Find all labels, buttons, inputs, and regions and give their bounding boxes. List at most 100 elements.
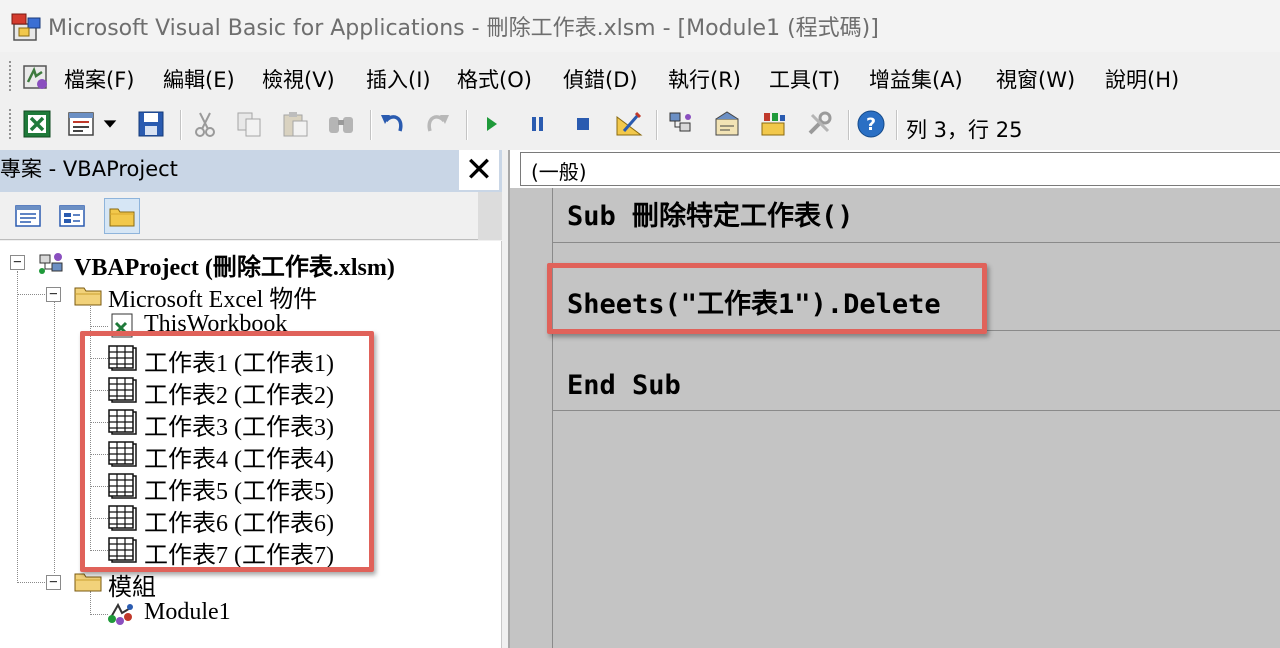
toolbar-separator — [370, 110, 372, 140]
toolbar-separator — [896, 110, 898, 140]
reset-button[interactable] — [566, 107, 600, 141]
toolbar-separator — [848, 110, 850, 140]
object-browser-icon — [761, 113, 785, 136]
cursor-position-status: 列 3，行 25 — [906, 118, 1023, 142]
properties-window-button[interactable] — [710, 107, 744, 141]
module-icon — [108, 602, 133, 625]
tree-folder-modules[interactable]: 模組 — [108, 567, 156, 602]
break-icon — [532, 117, 543, 131]
insert-userform-icon — [68, 112, 94, 136]
toolbox-icon — [808, 111, 832, 135]
toolbar-separator — [656, 110, 658, 140]
menu-window[interactable]: 視窗(W) — [996, 64, 1075, 94]
menu-debug[interactable]: 偵錯(D) — [563, 64, 638, 94]
redo-icon — [427, 115, 449, 132]
tree-folder-excel-objects[interactable]: Microsoft Excel 物件 — [108, 279, 317, 314]
tree-connector — [17, 294, 45, 295]
object-selector[interactable]: (一般) — [520, 152, 1280, 186]
paste-icon — [283, 112, 308, 137]
project-explorer-toolbar — [0, 192, 502, 240]
tree-connector — [17, 582, 45, 583]
view-object-icon — [59, 205, 85, 227]
insert-dropdown-button[interactable] — [100, 107, 120, 141]
menu-addins[interactable]: 增益集(A) — [869, 64, 963, 94]
toolbar-separator — [466, 110, 468, 140]
toolbox-button[interactable] — [802, 107, 836, 141]
close-project-explorer-button[interactable]: ✕ — [459, 150, 499, 190]
menu-file[interactable]: 檔案(F) — [64, 64, 134, 94]
cut-icon — [195, 112, 215, 137]
redo-button[interactable] — [420, 107, 454, 141]
vba-app-icon — [11, 13, 41, 41]
project-explorer-scrollbar[interactable] — [478, 192, 502, 240]
code-line[interactable]: End Sub — [567, 370, 681, 401]
sheets-highlight-box — [80, 331, 374, 572]
project-explorer-button[interactable] — [664, 107, 698, 141]
folder-icon — [109, 208, 135, 227]
project-explorer-title: 專案 - VBAProject — [0, 157, 178, 181]
menu-bar: 檔案(F) 編輯(E) 檢視(V) 插入(I) 格式(O) 偵錯(D) 執行(R… — [0, 54, 1280, 100]
menu-view[interactable]: 檢視(V) — [262, 64, 335, 94]
svg-text:?: ? — [866, 115, 876, 135]
procedure-separator — [553, 242, 1280, 243]
copy-icon — [237, 112, 261, 137]
toolbar-grip[interactable] — [8, 108, 12, 140]
delete-statement-highlight-box — [547, 263, 987, 334]
save-button[interactable] — [134, 107, 168, 141]
menu-tools[interactable]: 工具(T) — [769, 64, 840, 94]
undo-button[interactable] — [376, 107, 410, 141]
undo-icon — [381, 115, 403, 132]
cut-button[interactable] — [188, 107, 222, 141]
run-button[interactable] — [474, 107, 508, 141]
code-editor[interactable]: Sub 刪除特定工作表() Sheets("工作表1").Delete End … — [552, 188, 1280, 648]
design-mode-button[interactable] — [612, 107, 646, 141]
help-icon: ? — [857, 110, 885, 138]
code-line[interactable]: Sub 刪除特定工作表() — [567, 194, 854, 233]
code-margin-indicator-bar[interactable] — [510, 188, 552, 648]
find-button[interactable] — [324, 107, 358, 141]
tree-connector — [17, 271, 18, 581]
find-icon — [329, 117, 353, 133]
properties-window-icon — [715, 111, 739, 136]
excel-view-icon — [23, 110, 51, 138]
code-window: (一般) Sub 刪除特定工作表() Sheets("工作表1").Delete… — [508, 150, 1280, 648]
vba-document-icon[interactable] — [18, 60, 52, 94]
tree-connector — [54, 301, 55, 573]
view-object-button[interactable] — [54, 198, 90, 234]
project-explorer-header: 專案 - VBAProject ✕ — [0, 150, 502, 192]
project-explorer-icon — [669, 112, 691, 132]
menu-run[interactable]: 執行(R) — [668, 64, 741, 94]
object-selector-value: (一般) — [531, 160, 587, 184]
window-title: Microsoft Visual Basic for Applications … — [48, 16, 879, 41]
copy-button[interactable] — [232, 107, 266, 141]
standard-toolbar: ? 列 3，行 25 — [0, 102, 1280, 148]
menu-format[interactable]: 格式(O) — [457, 64, 532, 94]
paste-button[interactable] — [278, 107, 312, 141]
menu-edit[interactable]: 編輯(E) — [163, 64, 235, 94]
vba-project-icon — [39, 253, 63, 274]
run-icon — [487, 117, 497, 131]
view-code-icon — [15, 205, 41, 227]
insert-userform-button[interactable] — [64, 107, 98, 141]
help-button[interactable]: ? — [854, 107, 888, 141]
procedure-separator — [553, 410, 1280, 411]
dropdown-arrow-icon — [103, 120, 117, 128]
view-code-button[interactable] — [10, 198, 46, 234]
folder-icon — [74, 287, 102, 306]
view-excel-button[interactable] — [20, 107, 54, 141]
object-browser-button[interactable] — [756, 107, 790, 141]
collapse-modules-toggle[interactable]: − — [46, 575, 61, 590]
collapse-excel-objects-toggle[interactable]: − — [46, 287, 61, 302]
close-icon: ✕ — [464, 150, 494, 190]
menu-help[interactable]: 說明(H) — [1105, 64, 1179, 94]
menu-insert[interactable]: 插入(I) — [366, 64, 431, 94]
toggle-folders-button[interactable] — [104, 198, 140, 234]
menubar-grip[interactable] — [8, 60, 12, 92]
tree-item-module1[interactable]: Module1 — [144, 599, 231, 626]
break-button[interactable] — [520, 107, 554, 141]
tree-root-vbaproject[interactable]: VBAProject (刪除工作表.xlsm) — [74, 247, 395, 282]
save-icon — [138, 111, 164, 137]
collapse-root-toggle[interactable]: − — [10, 255, 25, 270]
design-mode-icon — [616, 111, 643, 136]
toolbar-separator — [180, 110, 182, 140]
